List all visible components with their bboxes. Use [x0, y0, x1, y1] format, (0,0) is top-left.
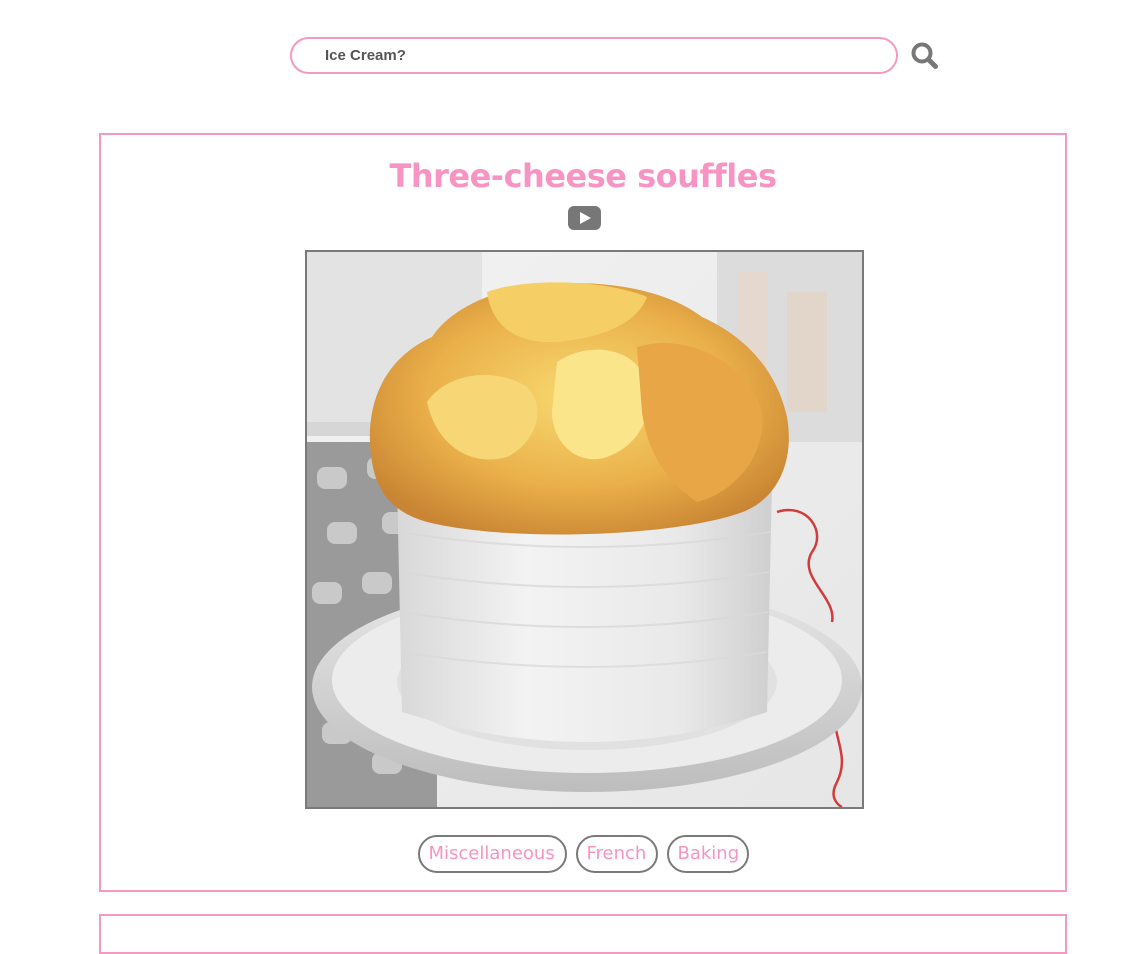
search-bar: [290, 37, 900, 74]
youtube-play-icon: [568, 206, 601, 230]
recipe-card[interactable]: Three-cheese souffles Miscellaneous Fren…: [99, 133, 1067, 892]
next-recipe-card[interactable]: [99, 914, 1067, 954]
search-icon: [911, 42, 938, 69]
recipe-image[interactable]: [305, 250, 864, 809]
tag-list: Miscellaneous French Baking: [101, 835, 1065, 873]
souffle-illustration: [307, 252, 862, 807]
tag-miscellaneous[interactable]: Miscellaneous: [417, 835, 567, 873]
tag-french[interactable]: French: [575, 835, 658, 873]
search-button[interactable]: [909, 40, 941, 72]
recipe-title[interactable]: Three-cheese souffles: [101, 157, 1065, 195]
search-input[interactable]: [290, 37, 898, 74]
tag-baking[interactable]: Baking: [666, 835, 749, 873]
video-button[interactable]: [568, 206, 601, 230]
